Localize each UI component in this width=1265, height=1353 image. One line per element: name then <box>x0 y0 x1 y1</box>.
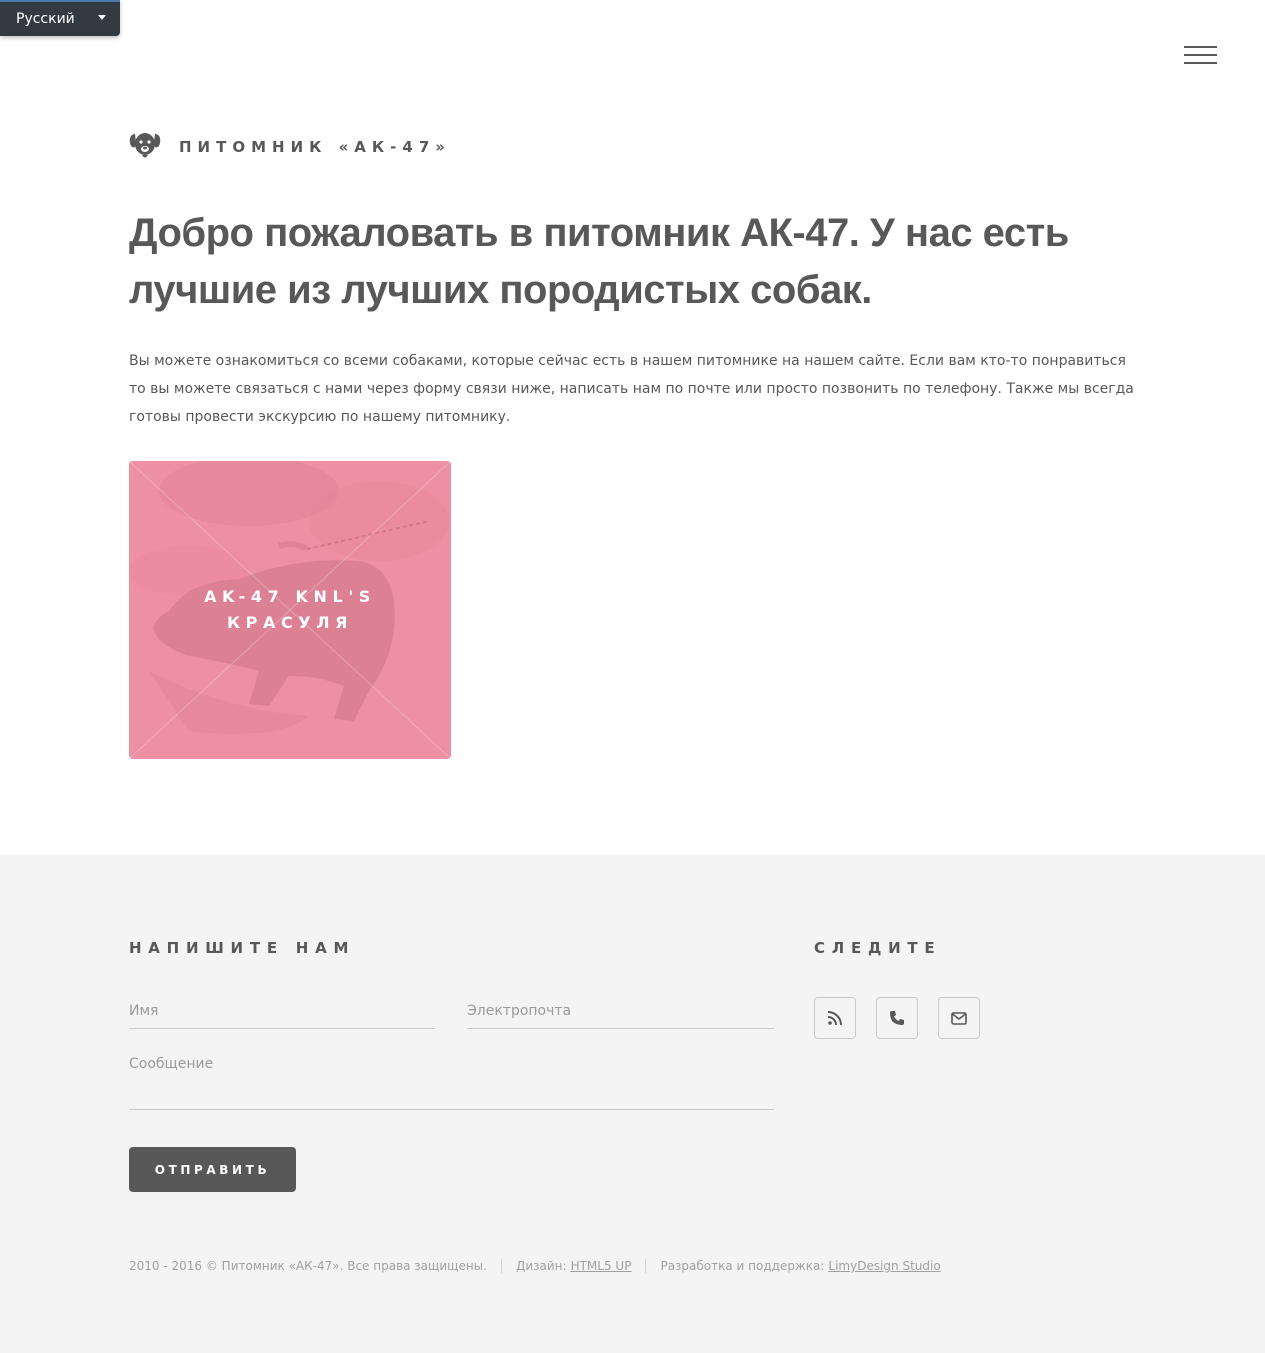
footer: Напишите нам Отправить Следите 2010 - 20… <box>0 855 1265 1353</box>
copyright-text: 2010 - 2016 © Питомник «АК-47». Все прав… <box>129 1259 487 1273</box>
caret-down-icon <box>98 14 106 20</box>
follow-title: Следите <box>814 939 942 957</box>
dog-tile[interactable]: AK-47 Knl's Красуля <box>129 461 451 759</box>
contact-title: Напишите нам <box>129 939 356 957</box>
message-field[interactable] <box>129 1054 774 1110</box>
page-headline: Добро пожаловать в питомник АК-47. У нас… <box>129 211 1069 312</box>
language-switcher[interactable]: Русский <box>0 0 120 36</box>
send-button[interactable]: Отправить <box>129 1147 296 1192</box>
rss-link[interactable] <box>814 997 856 1039</box>
rss-icon <box>827 1011 842 1026</box>
design-link[interactable]: HTML5 UP <box>571 1259 632 1273</box>
name-field[interactable] <box>129 994 435 1029</box>
dev-link[interactable]: LimyDesign Studio <box>828 1259 940 1273</box>
copyright-bar: 2010 - 2016 © Питомник «АК-47». Все прав… <box>129 1259 941 1273</box>
design-label: Дизайн: <box>515 1259 567 1273</box>
dog-icon <box>129 130 161 164</box>
dev-label: Разработка и поддержка: <box>660 1259 825 1273</box>
intro-paragraph: Вы можете ознакомиться со всеми собаками… <box>129 353 1134 425</box>
email-field[interactable] <box>467 994 774 1029</box>
envelope-icon <box>951 1012 967 1025</box>
phone-link[interactable] <box>876 997 918 1039</box>
divider <box>500 1259 502 1273</box>
hamburger-menu-icon[interactable] <box>1184 46 1218 68</box>
tile-title: AK-47 Knl's Красуля <box>204 587 376 632</box>
phone-icon <box>890 1011 904 1025</box>
divider <box>645 1259 647 1273</box>
language-selected: Русский <box>16 11 75 27</box>
logo-text: Питомник «АК-47» <box>179 138 451 156</box>
site-logo[interactable]: Питомник «АК-47» <box>129 130 451 164</box>
email-link[interactable] <box>938 997 980 1039</box>
social-links <box>814 997 980 1039</box>
